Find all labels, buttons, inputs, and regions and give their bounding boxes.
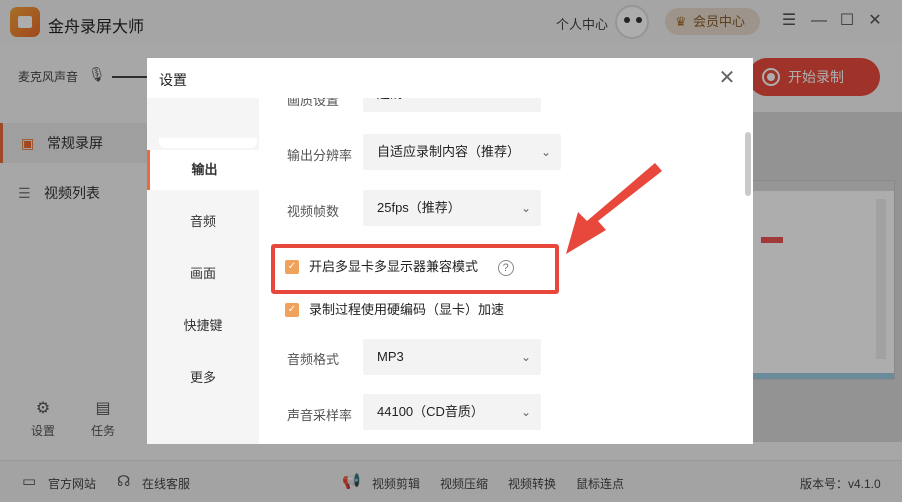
- annotation-arrow-icon: [566, 163, 662, 254]
